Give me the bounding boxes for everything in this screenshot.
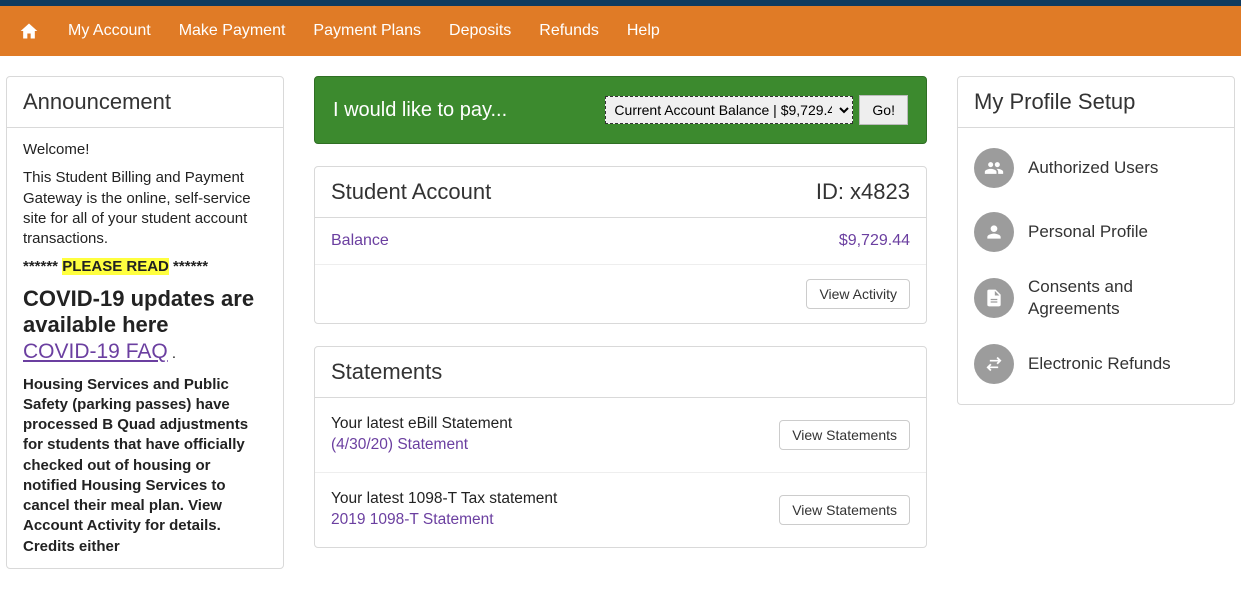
student-account-title: Student Account <box>331 179 491 205</box>
profile-setup-card: My Profile Setup Authorized Users Person… <box>957 76 1235 405</box>
balance-value: $9,729.44 <box>839 232 910 250</box>
statements-title: Statements <box>315 347 926 398</box>
users-icon <box>974 148 1014 188</box>
covid-heading: COVID-19 updates are available here <box>23 286 267 339</box>
statement-link[interactable]: 2019 1098-T Statement <box>331 510 557 531</box>
profile-item-label: Personal Profile <box>1028 221 1218 243</box>
announcement-card: Announcement Welcome! This Student Billi… <box>6 76 284 569</box>
profile-item-label: Electronic Refunds <box>1028 353 1218 375</box>
statement-row: Your latest eBill Statement (4/30/20) St… <box>315 398 926 472</box>
profile-erefunds[interactable]: Electronic Refunds <box>958 332 1234 396</box>
home-icon[interactable] <box>18 21 40 41</box>
go-button[interactable]: Go! <box>859 95 908 125</box>
profile-setup-title: My Profile Setup <box>958 77 1234 128</box>
profile-personal[interactable]: Personal Profile <box>958 200 1234 264</box>
pay-amount-select[interactable]: Current Account Balance | $9,729.44 <box>605 96 853 124</box>
document-icon <box>974 278 1014 318</box>
balance-label: Balance <box>331 232 389 250</box>
student-account-card: Student Account ID: x4823 Balance $9,729… <box>314 166 927 324</box>
balance-row: Balance $9,729.44 <box>315 218 926 265</box>
pay-bar-label: I would like to pay... <box>333 99 507 122</box>
refund-icon <box>974 344 1014 384</box>
statement-row: Your latest 1098-T Tax statement 2019 10… <box>315 472 926 547</box>
statement-line1: Your latest 1098-T Tax statement <box>331 489 557 510</box>
view-statements-button[interactable]: View Statements <box>779 420 910 450</box>
statements-card: Statements Your latest eBill Statement (… <box>314 346 927 548</box>
nav-payment-plans[interactable]: Payment Plans <box>313 22 421 40</box>
announcement-intro: This Student Billing and Payment Gateway… <box>23 168 267 249</box>
profile-item-label: Consents and Agreements <box>1028 276 1218 320</box>
nav-make-payment[interactable]: Make Payment <box>179 22 286 40</box>
main-nav: My Account Make Payment Payment Plans De… <box>0 6 1241 56</box>
view-activity-button[interactable]: View Activity <box>806 279 910 309</box>
profile-consents[interactable]: Consents and Agreements <box>958 264 1234 332</box>
statement-link[interactable]: (4/30/20) Statement <box>331 435 512 456</box>
nav-my-account[interactable]: My Account <box>68 22 151 40</box>
profile-authorized-users[interactable]: Authorized Users <box>958 136 1234 200</box>
student-id: ID: x4823 <box>816 179 910 205</box>
nav-refunds[interactable]: Refunds <box>539 22 599 40</box>
view-statements-button[interactable]: View Statements <box>779 495 910 525</box>
announcement-title: Announcement <box>7 77 283 128</box>
announcement-please-read: ****** PLEASE READ ****** <box>23 257 267 277</box>
nav-deposits[interactable]: Deposits <box>449 22 511 40</box>
nav-help[interactable]: Help <box>627 22 660 40</box>
profile-item-label: Authorized Users <box>1028 157 1218 179</box>
statement-line1: Your latest eBill Statement <box>331 414 512 435</box>
housing-text: Housing Services and Public Safety (park… <box>23 375 267 557</box>
announcement-welcome: Welcome! <box>23 140 267 160</box>
covid-faq-link[interactable]: COVID-19 FAQ <box>23 340 168 363</box>
pay-bar: I would like to pay... Current Account B… <box>314 76 927 144</box>
person-icon <box>974 212 1014 252</box>
